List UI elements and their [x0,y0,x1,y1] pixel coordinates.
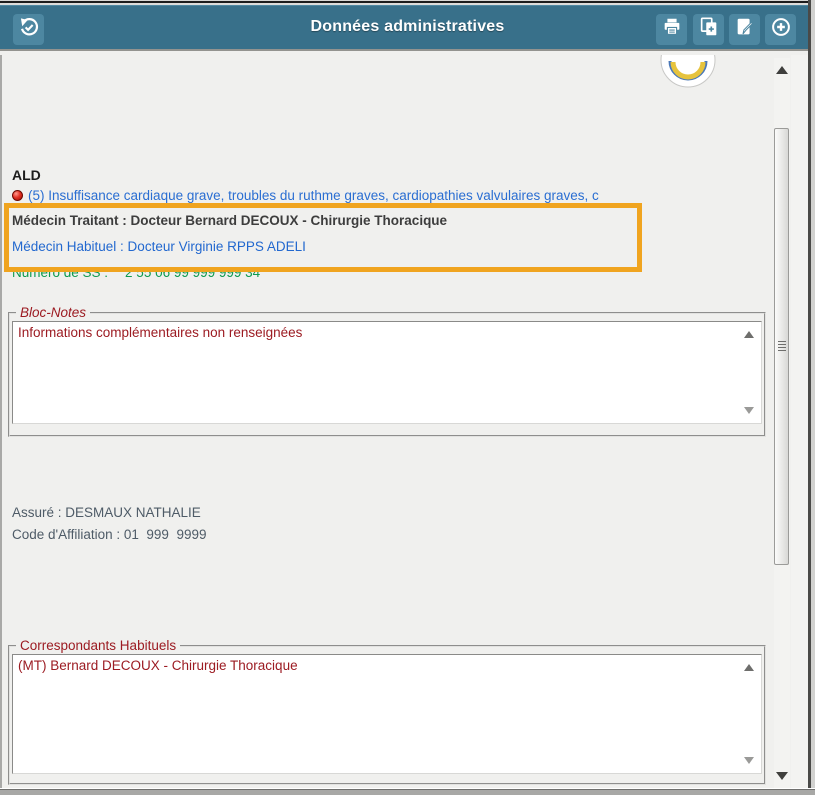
donnees-administratives-panel: Données administratives [0,0,815,795]
bloc-notes-fieldset: Bloc-Notes Informations complémentaires … [8,305,766,437]
copy-plus-icon [698,16,720,43]
history-button[interactable] [13,14,44,45]
numero-ss-label: Numéro de SS : [12,265,108,280]
ald-heading: ALD [12,167,41,183]
correspondants-scroll-up-icon[interactable] [744,664,754,671]
bloc-notes-textarea[interactable]: Informations complémentaires non renseig… [12,321,762,424]
correspondants-legend: Correspondants Habituels [16,638,180,653]
scrollbar-grip-icon [778,341,786,353]
window-bottom-border [0,788,815,795]
numero-ss-line: Numéro de SS : 2 55 06 99 999 999 34 [12,265,260,280]
scrollbar-thumb[interactable] [774,128,789,565]
correspondants-list[interactable]: (MT) Bernard DECOUX - Chirurgie Thoraciq… [12,654,762,774]
correspondant-item: (MT) Bernard DECOUX - Chirurgie Thoraciq… [18,658,298,673]
history-icon [18,16,40,43]
bloc-notes-scroll-down-icon[interactable] [744,407,754,414]
titlebar: Données administratives [0,5,815,51]
window-right-gutter [791,55,808,788]
plus-circle-icon [770,16,792,43]
window-right-outer-border [811,0,815,795]
printer-icon [661,16,683,43]
bloc-notes-legend: Bloc-Notes [16,305,90,320]
edit-document-button[interactable] [729,14,760,45]
add-button[interactable] [765,14,796,45]
copy-add-document-button[interactable] [693,14,724,45]
code-affiliation-text: Code d'Affiliation : 01 999 9999 [12,527,206,542]
correspondants-scroll-down-icon[interactable] [744,757,754,764]
edit-icon [734,16,756,43]
assure-text: Assuré : DESMAUX NATHALIE [12,505,201,520]
bloc-notes-text: Informations complémentaires non renseig… [18,325,302,340]
application-logo [659,55,719,89]
medecin-habituel-link[interactable]: Médecin Habituel : Docteur Virginie RPPS… [12,239,306,254]
numero-ss-value: 2 55 06 99 999 999 34 [125,265,260,280]
main-scrollbar[interactable] [774,58,790,788]
scroll-up-icon[interactable] [776,66,788,74]
scroll-down-icon[interactable] [776,772,788,780]
window-left-border [0,55,2,788]
ald-entry: (5) Insuffisance cardiaque grave, troubl… [12,188,790,203]
medecin-traitant-text: Médecin Traitant : Docteur Bernard DECOU… [12,213,447,228]
correspondants-fieldset: Correspondants Habituels (MT) Bernard DE… [8,638,766,785]
ald-bullet-icon [12,190,23,201]
print-button[interactable] [656,14,687,45]
ald-entry-text: (5) Insuffisance cardiaque grave, troubl… [28,188,599,203]
bloc-notes-scroll-up-icon[interactable] [744,331,754,338]
